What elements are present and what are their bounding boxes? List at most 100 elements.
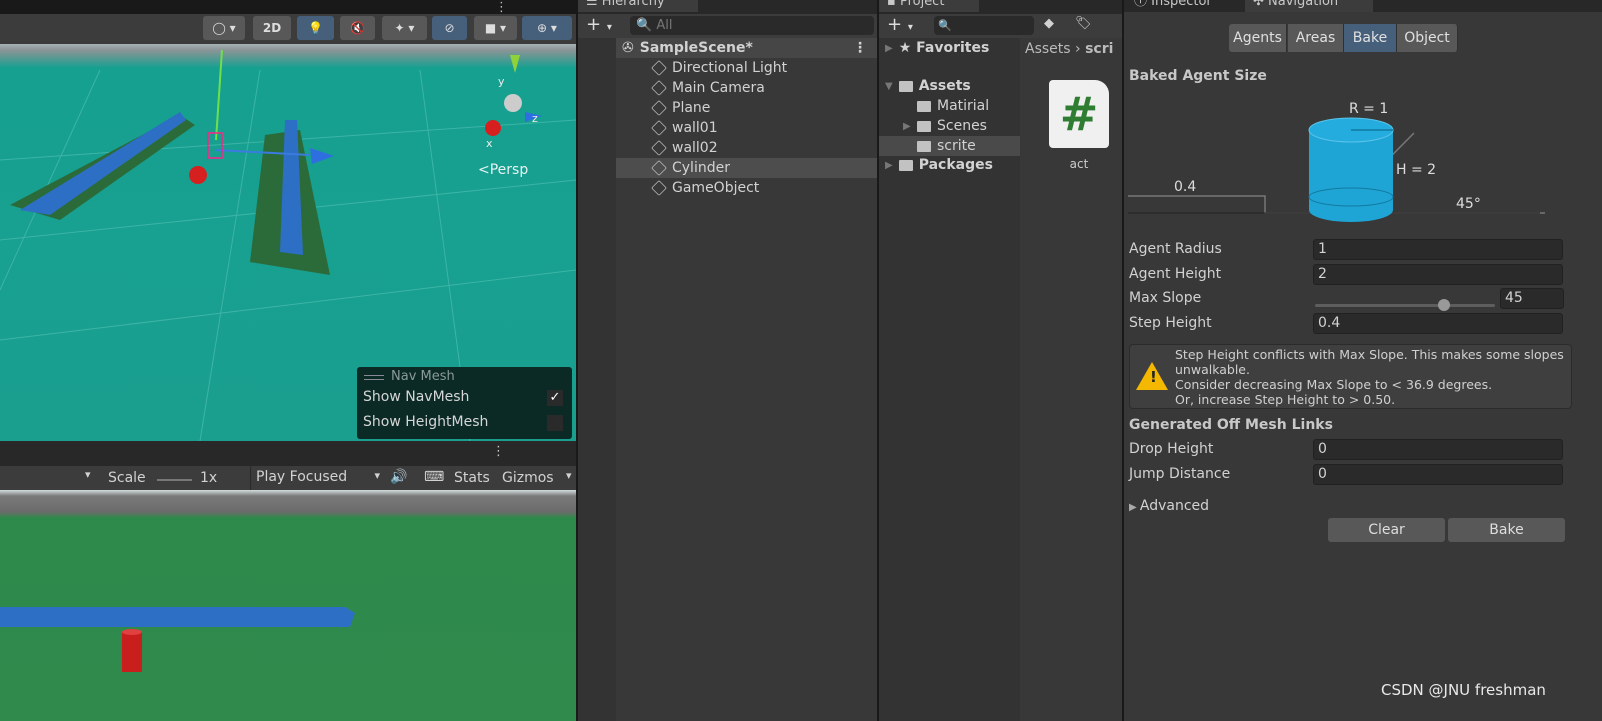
- folder-icon: [917, 120, 931, 132]
- hierarchy-item[interactable]: Cylinder: [578, 158, 877, 178]
- scene-menu-icon[interactable]: ⋮: [853, 40, 867, 56]
- stats-button[interactable]: Stats: [454, 470, 490, 486]
- packages-label: Packages: [918, 157, 993, 173]
- item-label: GameObject: [672, 180, 760, 196]
- hierarchy-item[interactable]: GameObject: [578, 178, 877, 198]
- script-file[interactable]: # act: [1049, 80, 1109, 180]
- item-label: Directional Light: [672, 60, 788, 76]
- folder-label: scrite: [937, 138, 976, 154]
- assets-item[interactable]: ▼ Assets: [879, 76, 1020, 96]
- show-navmesh-checkbox[interactable]: ✓: [547, 390, 563, 406]
- advanced-foldout[interactable]: ▶ Advanced: [1129, 498, 1209, 514]
- show-heightmesh-checkbox[interactable]: [547, 415, 563, 431]
- filter-label-icon[interactable]: 🏷: [1075, 16, 1092, 31]
- warning-line: Consider decreasing Max Slope to < 36.9 …: [1175, 377, 1493, 392]
- hierarchy-item[interactable]: wall02: [578, 138, 877, 158]
- camera-icon[interactable]: ■ ▾: [474, 16, 517, 40]
- draw-mode-dropdown[interactable]: ◯ ▾: [203, 16, 245, 40]
- visibility-icon[interactable]: ⊘: [432, 16, 467, 40]
- gameobject-icon: [651, 60, 667, 76]
- clear-button[interactable]: Clear: [1328, 518, 1445, 542]
- field-label: Max Slope: [1129, 290, 1202, 306]
- folder-icon: [917, 100, 931, 112]
- mute-audio-icon[interactable]: 🔊: [390, 469, 407, 485]
- field-label: Jump Distance: [1129, 465, 1231, 482]
- navmesh-overlay: Nav Mesh Show NavMesh ✓ Show HeightMesh: [357, 367, 572, 439]
- nav-tab-object[interactable]: Object: [1397, 24, 1458, 52]
- effects-icon[interactable]: ✦ ▾: [382, 16, 427, 40]
- tab-inspector[interactable]: ⓘ Inspector: [1134, 0, 1244, 12]
- game-view[interactable]: [0, 490, 576, 721]
- game-menu-icon[interactable]: ⋮: [492, 444, 505, 459]
- slider-thumb[interactable]: [1438, 299, 1450, 311]
- scene-menu-icon[interactable]: ⋮: [495, 0, 508, 15]
- hierarchy-panel: ☰ Hierarchy + ▾ 🔍 All ✇ SampleScene* ⋮ Di…: [578, 0, 877, 721]
- lighting-icon[interactable]: 💡: [297, 16, 334, 40]
- step-height-field[interactable]: 0.4: [1313, 312, 1563, 334]
- assets-label: Assets: [918, 78, 971, 94]
- field-label: Step Height: [1129, 314, 1212, 331]
- project-toolbar: + ▾ 🔍 ◆ 🏷: [879, 14, 1122, 38]
- agent-radius-field[interactable]: 1: [1313, 239, 1563, 260]
- item-label: Cylinder: [672, 160, 730, 176]
- show-navmesh-label: Show NavMesh: [363, 389, 470, 405]
- scene-row[interactable]: ✇ SampleScene* ⋮: [578, 38, 877, 58]
- scene-name: SampleScene*: [639, 40, 753, 56]
- unity-scene-icon: ✇: [622, 40, 634, 56]
- scene-view[interactable]: z y x <Persp Nav Mesh Show NavMesh ✓ Sho…: [0, 40, 576, 441]
- hierarchy-item[interactable]: wall01: [578, 118, 877, 138]
- favorites-item[interactable]: ▶ ★ Favorites: [879, 38, 1020, 58]
- drop-height-field[interactable]: 0: [1313, 439, 1563, 460]
- field-label: Agent Radius: [1129, 241, 1222, 257]
- nav-tab-agents[interactable]: Agents: [1229, 24, 1287, 52]
- folder-item[interactable]: Matirial: [879, 96, 1020, 116]
- scale-value: 1x: [200, 470, 218, 486]
- tab-navigation[interactable]: ✣ Navigation: [1245, 0, 1373, 12]
- item-label: wall01: [672, 120, 718, 136]
- packages-item[interactable]: ▶ Packages: [879, 155, 1020, 175]
- game-tab-bar: ⋮: [0, 441, 576, 466]
- axis-y-label: y: [498, 75, 505, 88]
- gizmos-dropdown-icon[interactable]: ▾: [566, 469, 572, 482]
- tab-hierarchy[interactable]: ☰ Hierarchy: [578, 0, 698, 12]
- jump-distance-field[interactable]: 0: [1313, 463, 1563, 485]
- keyboard-icon[interactable]: ⌨: [424, 469, 444, 485]
- folder-item[interactable]: scrite: [879, 136, 1020, 156]
- play-mode-dropdown[interactable]: Play Focused ▾: [250, 466, 385, 490]
- folder-item[interactable]: ▶ Scenes: [879, 116, 1020, 136]
- radius-label: R = 1: [1349, 101, 1388, 117]
- gizmos-icon[interactable]: ⊕ ▾: [522, 16, 572, 40]
- tab-label: Project: [899, 0, 945, 9]
- bake-button[interactable]: Bake: [1448, 518, 1565, 542]
- max-slope-field[interactable]: 45: [1500, 288, 1564, 309]
- nav-tab-areas[interactable]: Areas: [1288, 24, 1344, 52]
- add-button[interactable]: + ▾: [586, 14, 612, 35]
- project-search-input[interactable]: 🔍: [934, 16, 1034, 35]
- display-dropdown[interactable]: ▾: [85, 468, 91, 481]
- field-label: Agent Height: [1129, 265, 1222, 282]
- hierarchy-search-input[interactable]: 🔍 All: [630, 16, 874, 35]
- advanced-label: Advanced: [1139, 498, 1210, 514]
- filter-type-icon[interactable]: ◆: [1044, 16, 1054, 31]
- persp-label[interactable]: <Persp: [478, 162, 528, 178]
- breadcrumb-assets[interactable]: Assets: [1025, 41, 1071, 57]
- slope-label: 45°: [1456, 196, 1481, 212]
- audio-mute-icon[interactable]: 🔇: [340, 16, 375, 40]
- drag-handle-icon[interactable]: [364, 375, 384, 380]
- add-button[interactable]: + ▾: [887, 14, 913, 35]
- tab-label: Inspector: [1151, 0, 1212, 9]
- 2d-toggle[interactable]: 2D: [253, 16, 291, 40]
- project-panel: ▪ Project + ▾ 🔍 ◆ 🏷 ▶ ★ Favorites ▼ Assets…: [879, 0, 1122, 721]
- max-slope-slider[interactable]: [1315, 299, 1495, 311]
- nav-tab-bake[interactable]: Bake: [1344, 24, 1397, 52]
- breadcrumb-current[interactable]: scri: [1085, 41, 1113, 57]
- hierarchy-item[interactable]: Directional Light: [578, 58, 877, 78]
- hierarchy-item[interactable]: Main Camera: [578, 78, 877, 98]
- favorites-label: Favorites: [916, 40, 990, 56]
- overlay-title[interactable]: Nav Mesh: [391, 369, 455, 384]
- gizmos-button[interactable]: Gizmos: [502, 470, 554, 486]
- hierarchy-item[interactable]: Plane: [578, 98, 877, 118]
- agent-height-field[interactable]: 2: [1313, 263, 1563, 285]
- tab-project[interactable]: ▪ Project: [879, 0, 979, 12]
- scale-slider[interactable]: [157, 479, 192, 481]
